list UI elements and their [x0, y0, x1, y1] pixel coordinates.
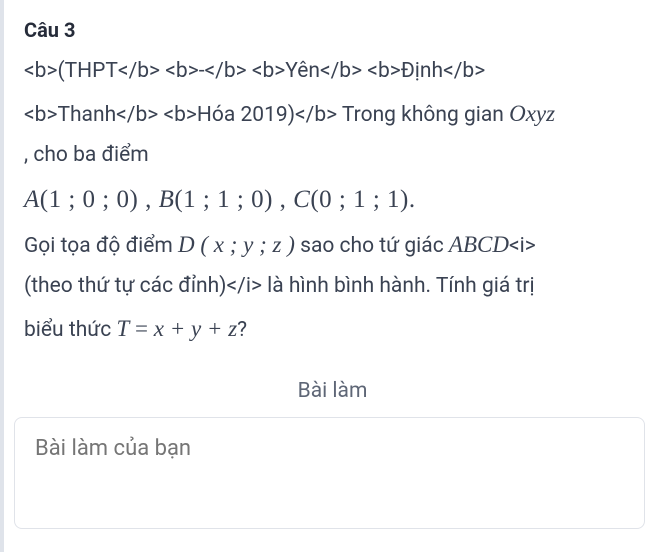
points-sep1: , [138, 186, 158, 213]
point-A-label: A [24, 186, 40, 213]
answer-input[interactable] [14, 417, 645, 529]
question-text-qmark: ? [237, 318, 247, 342]
math-D: D ( x ; y ; z ) [178, 232, 295, 257]
question-text-line7a: biểu thức [24, 318, 116, 342]
question-text-line3: , cho ba điểm [24, 143, 149, 167]
left-border-strip [0, 0, 4, 552]
question-container: Câu 3 <b>(THPT</b> <b>-</b> <b>Yên</b> <… [0, 0, 661, 403]
question-text-line6: (theo thứ tự các đỉnh)</i> là hình bình … [24, 274, 535, 298]
point-B-label: B [159, 186, 175, 213]
points-sep2: , [273, 186, 293, 213]
math-eq: = [129, 316, 153, 341]
point-B-coords: (1 ; 1 ; 0) [174, 186, 273, 213]
question-text-line2-prefix: <b>Thanh</b> <b>Hóa 2019)</b> Trong khôn… [24, 103, 509, 127]
question-text-line1: <b>(THPT</b> <b>-</b> <b>Yên</b> <b>Định… [24, 59, 485, 83]
question-body: <b>(THPT</b> <b>-</b> <b>Yên</b> <b>Định… [24, 52, 641, 351]
math-expr: x + y + z [154, 316, 237, 341]
point-C-label: C [293, 186, 310, 213]
math-T: T [116, 316, 129, 341]
question-text-line5c: <i> [509, 234, 536, 258]
question-text-line5b: sao cho tứ giác [295, 234, 449, 258]
answer-section-label: Bài làm [24, 379, 641, 403]
question-text-line5a: Gọi tọa độ điểm [24, 234, 178, 258]
math-oxyz: Oxyz [509, 101, 555, 126]
math-ABCD: ABCD [449, 232, 509, 257]
point-A-coords: (1 ; 0 ; 0) [40, 186, 139, 213]
question-number: Câu 3 [24, 18, 641, 42]
point-C-coords: (0 ; 1 ; 1). [310, 186, 415, 213]
points-line: A(1 ; 0 ; 0) , B(1 ; 1 ; 0) , C(0 ; 1 ; … [24, 186, 416, 213]
